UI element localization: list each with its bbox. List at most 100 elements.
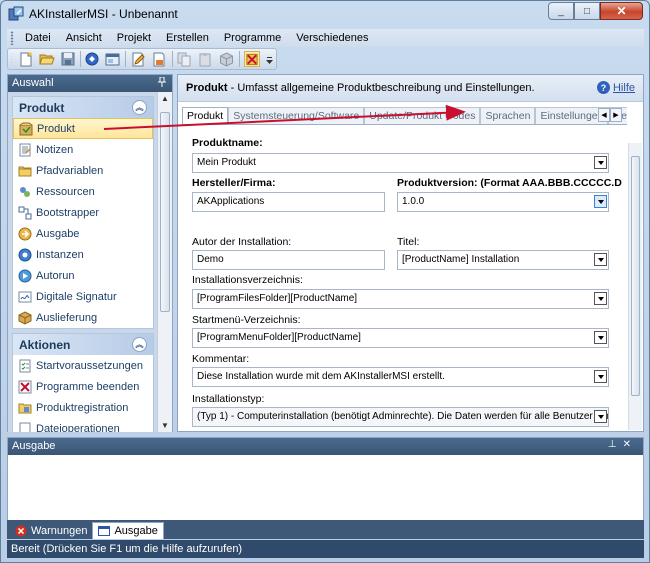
sidebar-item-instanzen[interactable]: Instanzen xyxy=(13,244,153,265)
build-icon[interactable] xyxy=(244,51,260,67)
tab-update-produkt-codes[interactable]: Update/Produkt Codes xyxy=(364,107,481,124)
startmenu-field[interactable]: [ProgramMenuFolder][ProductName] xyxy=(192,328,609,348)
tab-ausgabe-label: Ausgabe xyxy=(114,525,158,537)
instances-icon xyxy=(18,248,32,261)
open-icon[interactable] xyxy=(39,51,55,67)
info-icon[interactable] xyxy=(85,51,99,67)
menu-datei[interactable]: Datei xyxy=(18,32,59,44)
selection-panel-scrollbar[interactable]: ▲ ▼ xyxy=(157,92,172,432)
installdir-field[interactable]: [ProgramFilesFolder][ProductName] xyxy=(192,289,609,309)
sidebar-item-label: Programme beenden xyxy=(36,380,140,393)
group-produkt-header[interactable]: Produkt ︽ xyxy=(13,97,153,118)
installdir-dropdown-icon[interactable] xyxy=(594,292,607,305)
chevron-up-icon[interactable]: ︽ xyxy=(132,100,147,115)
scroll-up-icon[interactable]: ▲ xyxy=(161,94,169,103)
hersteller-field[interactable]: AKApplications xyxy=(192,192,385,212)
group-aktionen: Aktionen ︽ Startvoraussetzungen Programm… xyxy=(12,333,154,432)
group-produkt: Produkt ︽ Produkt Notizen Pfadvariablen xyxy=(12,96,154,329)
menu-verschiedenes[interactable]: Verschiedenes xyxy=(289,32,376,44)
output-window-icon xyxy=(98,526,111,536)
toolbar-grip[interactable] xyxy=(11,52,12,66)
sidebar-item-label: Produkt xyxy=(37,122,75,135)
status-bar: Bereit (Drücken Sie F1 um die Hilfe aufz… xyxy=(7,540,644,558)
sidebar-item-pfadvariablen[interactable]: Pfadvariablen xyxy=(13,160,153,181)
produktname-dropdown-icon[interactable] xyxy=(594,156,607,169)
scrollbar-thumb[interactable] xyxy=(631,156,640,396)
export-icon[interactable] xyxy=(152,51,167,67)
tab-warnungen[interactable]: Warnungen xyxy=(10,522,92,539)
edit-icon[interactable] xyxy=(131,51,146,67)
output-panel-title: Ausgabe xyxy=(12,440,56,452)
installtyp-select[interactable]: (Typ 1) - Computerinstallation (benötigt… xyxy=(192,407,609,427)
sidebar-item-produkt[interactable]: Produkt xyxy=(13,118,153,139)
tab-scroll-right-icon[interactable]: ▶ xyxy=(610,108,622,122)
menu-erstellen[interactable]: Erstellen xyxy=(159,32,217,44)
content-scrollbar[interactable] xyxy=(628,143,642,430)
pin-icon[interactable]: ⊥ xyxy=(608,439,623,450)
menu-grip[interactable] xyxy=(10,31,14,45)
sidebar-item-label: Autorun xyxy=(36,269,75,282)
tab-sprachen[interactable]: Sprachen xyxy=(480,107,536,124)
sidebar-item-bootstrapper[interactable]: Bootstrapper xyxy=(13,202,153,223)
version-label: Produktversion: (Format AAA.BBB.CCCCC.D xyxy=(397,177,622,189)
titel-dropdown-icon[interactable] xyxy=(594,253,607,266)
tab-scroll: ◀ ▶ xyxy=(598,108,622,122)
paste-icon[interactable] xyxy=(198,51,213,67)
scroll-down-icon[interactable]: ▼ xyxy=(161,421,169,430)
kommentar-dropdown-icon[interactable] xyxy=(594,370,607,383)
sidebar-item-programme-beenden[interactable]: Programme beenden xyxy=(13,376,153,397)
menu-projekt[interactable]: Projekt xyxy=(110,32,159,44)
installtyp-dropdown-icon[interactable] xyxy=(594,410,607,423)
sidebar-item-notizen[interactable]: Notizen xyxy=(13,139,153,160)
sidebar-item-autorun[interactable]: Autorun xyxy=(13,265,153,286)
autor-field[interactable]: Demo xyxy=(192,250,385,270)
sidebar-item-digitale-signatur[interactable]: Digitale Signatur xyxy=(13,286,153,307)
sidebar-item-produktregistration[interactable]: Produktregistration xyxy=(13,397,153,418)
content-description: - Umfasst allgemeine Produktbeschreibung… xyxy=(227,82,535,94)
copy-icon[interactable] xyxy=(177,51,192,67)
sidebar-item-label: Produktregistration xyxy=(36,401,129,414)
chevron-up-icon[interactable]: ︽ xyxy=(132,337,147,352)
tab-ausgabe[interactable]: Ausgabe xyxy=(92,522,164,539)
version-field[interactable]: 1.0.0 xyxy=(397,192,609,212)
scrollbar-thumb[interactable] xyxy=(160,112,170,312)
titel-field[interactable]: [ProductName] Installation xyxy=(397,250,609,270)
menu-ansicht[interactable]: Ansicht xyxy=(59,32,110,44)
pin-icon[interactable] xyxy=(158,76,166,90)
sidebar-item-ausgabe[interactable]: Ausgabe xyxy=(13,223,153,244)
selection-panel-body: Produkt ︽ Produkt Notizen Pfadvariablen xyxy=(8,92,158,432)
sidebar-item-dateioperationen[interactable]: Dateioperationen xyxy=(13,418,153,432)
help-link[interactable]: ? Hilfe xyxy=(596,81,635,94)
sidebar-item-label: Ausgabe xyxy=(36,227,80,240)
version-dropdown-icon[interactable] xyxy=(594,195,607,208)
sidebar-item-auslieferung[interactable]: Auslieferung xyxy=(13,307,153,328)
tab-produkt[interactable]: Produkt xyxy=(182,107,229,124)
window-icon[interactable] xyxy=(105,51,120,67)
kommentar-field[interactable]: Diese Installation wurde mit dem AKInsta… xyxy=(192,367,609,387)
maximize-button[interactable]: □ xyxy=(574,2,600,20)
cube-icon[interactable] xyxy=(219,51,234,67)
close-button[interactable]: ✕ xyxy=(600,2,643,20)
new-icon[interactable] xyxy=(19,51,33,67)
content-tabs: Produkt Systemsteuerung/Software Update/… xyxy=(182,107,627,125)
sidebar-item-ressourcen[interactable]: Ressourcen xyxy=(13,181,153,202)
save-icon[interactable] xyxy=(61,51,75,67)
sidebar-item-label: Ressourcen xyxy=(36,185,95,198)
minimize-button[interactable]: _ xyxy=(548,2,574,20)
warning-icon xyxy=(15,525,27,536)
startmenu-dropdown-icon[interactable] xyxy=(594,331,607,344)
close-icon[interactable]: ✕ xyxy=(623,439,637,450)
bootstrapper-icon xyxy=(18,206,32,219)
app-icon xyxy=(8,6,24,21)
overflow-icon[interactable] xyxy=(266,51,273,67)
tab-scroll-left-icon[interactable]: ◀ xyxy=(598,108,610,122)
sidebar-item-startvoraussetzungen[interactable]: Startvoraussetzungen xyxy=(13,355,153,376)
sidebar-item-label: Startvoraussetzungen xyxy=(36,359,144,372)
checklist-icon xyxy=(19,359,31,372)
produktname-field[interactable]: Mein Produkt xyxy=(192,153,609,173)
group-aktionen-header[interactable]: Aktionen ︽ xyxy=(13,334,153,355)
tab-systemsteuerung[interactable]: Systemsteuerung/Software xyxy=(228,107,365,124)
menu-programme[interactable]: Programme xyxy=(217,32,289,44)
registration-icon xyxy=(18,403,32,413)
toolbar xyxy=(7,48,277,70)
